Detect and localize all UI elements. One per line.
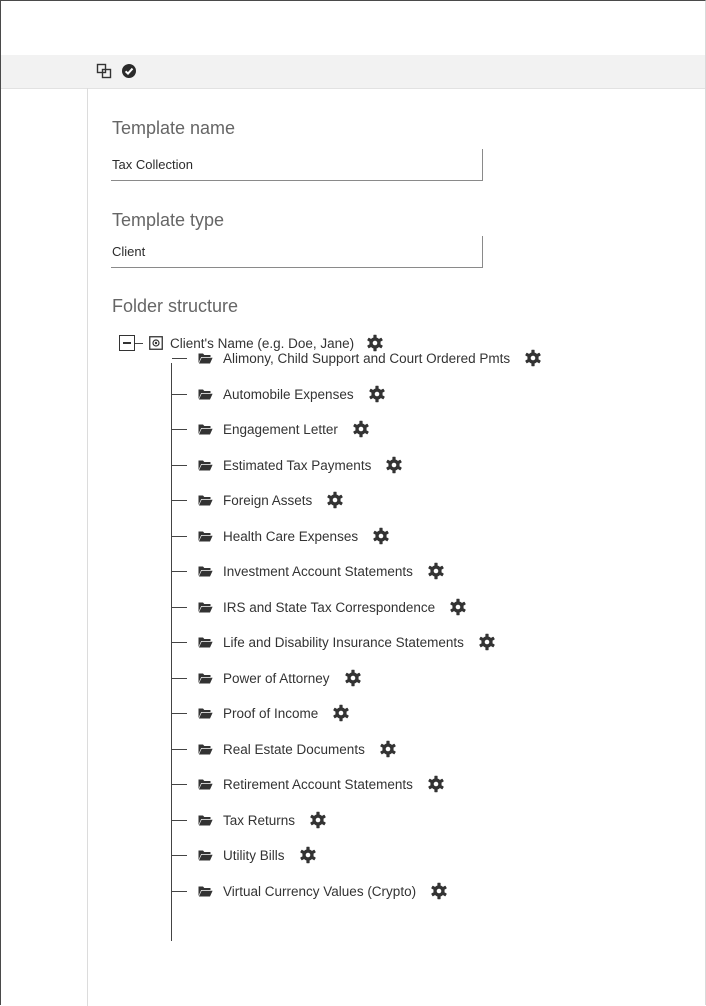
tree-folder-node[interactable]: Tax Returns <box>172 810 327 830</box>
folder-icon <box>198 886 213 897</box>
tree-folder-node[interactable]: Health Care Expenses <box>172 526 390 546</box>
toolbar <box>1 55 705 89</box>
folder-label: Estimated Tax Payments <box>223 457 372 473</box>
folder-label: IRS and State Tax Correspondence <box>223 599 436 615</box>
folder-icon <box>198 602 213 613</box>
template-name-input[interactable] <box>111 149 483 181</box>
folder-label: Alimony, Child Support and Court Ordered… <box>223 350 511 366</box>
tree-connector <box>135 342 143 344</box>
folder-label: Power of Attorney <box>223 670 330 686</box>
gear-icon[interactable] <box>524 349 542 367</box>
gear-icon[interactable] <box>352 420 370 438</box>
tree-connector <box>172 677 187 679</box>
tree-folder-node[interactable]: Proof of Income <box>172 703 350 723</box>
gear-icon[interactable] <box>385 456 403 474</box>
tree-folder-node[interactable]: Virtual Currency Values (Crypto) <box>172 881 448 901</box>
template-type-label: Template type <box>112 210 225 230</box>
folder-icon <box>198 495 213 506</box>
gear-icon[interactable] <box>372 527 390 545</box>
folder-label: Virtual Currency Values (Crypto) <box>223 883 417 899</box>
gear-icon[interactable] <box>427 562 445 580</box>
tree-folder-node[interactable]: Utility Bills <box>172 845 317 865</box>
tree-folder-node[interactable]: Alimony, Child Support and Court Ordered… <box>172 348 542 368</box>
content-left-divider <box>87 88 88 1006</box>
folder-icon <box>198 744 213 755</box>
folder-icon <box>198 850 213 861</box>
folder-label: Life and Disability Insurance Statements <box>223 634 464 650</box>
tree-connector <box>172 357 187 359</box>
gear-icon[interactable] <box>368 385 386 403</box>
gear-icon[interactable] <box>299 846 317 864</box>
tree-folder-node[interactable]: IRS and State Tax Correspondence <box>172 597 467 617</box>
folder-icon <box>198 353 213 364</box>
folder-label: Engagement Letter <box>223 421 338 437</box>
folder-icon <box>198 815 213 826</box>
folder-label: Investment Account Statements <box>223 563 413 579</box>
tree-folder-node[interactable]: Automobile Expenses <box>172 384 386 404</box>
gear-icon[interactable] <box>379 740 397 758</box>
tree-connector <box>172 499 187 501</box>
gear-icon[interactable] <box>332 704 350 722</box>
tree-folder-node[interactable]: Investment Account Statements <box>172 561 445 581</box>
folder-label: Health Care Expenses <box>223 528 359 544</box>
tree-connector <box>172 819 187 821</box>
folder-icon <box>198 389 213 400</box>
gear-icon[interactable] <box>427 775 445 793</box>
folder-label: Automobile Expenses <box>223 386 354 402</box>
tree-folder-node[interactable]: Real Estate Documents <box>172 739 397 759</box>
gear-icon[interactable] <box>449 598 467 616</box>
client-folder-icon <box>149 336 163 350</box>
folder-icon <box>198 566 213 577</box>
folder-icon <box>198 779 213 790</box>
tree-connector <box>172 712 187 714</box>
tree-connector <box>172 428 187 430</box>
gear-icon[interactable] <box>478 633 496 651</box>
tree-connector <box>172 393 187 395</box>
tree-connector <box>172 464 187 466</box>
collapse-toggle-icon[interactable] <box>119 335 135 351</box>
tree-connector <box>172 570 187 572</box>
folder-icon <box>198 460 213 471</box>
folder-label: Foreign Assets <box>223 492 313 508</box>
tree-folder-node[interactable]: Engagement Letter <box>172 419 370 439</box>
folder-icon <box>198 637 213 648</box>
tree-folder-node[interactable]: Life and Disability Insurance Statements <box>172 632 496 652</box>
folder-label: Real Estate Documents <box>223 741 365 757</box>
gear-icon[interactable] <box>326 491 344 509</box>
tree-folder-node[interactable]: Foreign Assets <box>172 490 344 510</box>
folder-icon <box>198 673 213 684</box>
folder-label: Proof of Income <box>223 705 319 721</box>
tree-folder-node[interactable]: Retirement Account Statements <box>172 774 445 794</box>
tree-connector <box>172 535 187 537</box>
folder-icon <box>198 424 213 435</box>
folder-label: Utility Bills <box>223 847 285 863</box>
tree-connector <box>172 890 187 892</box>
tree-connector <box>172 854 187 856</box>
tree-connector <box>172 783 187 785</box>
check-circle-icon[interactable] <box>121 63 137 79</box>
gear-icon[interactable] <box>430 882 448 900</box>
folder-label: Tax Returns <box>223 812 296 828</box>
folder-label: Retirement Account Statements <box>223 776 413 792</box>
gear-icon[interactable] <box>309 811 327 829</box>
copy-icon[interactable] <box>96 63 112 79</box>
tree-folder-node[interactable]: Power of Attorney <box>172 668 362 688</box>
folder-icon <box>198 708 213 719</box>
folder-structure-label: Folder structure <box>112 296 239 316</box>
tree-folder-node[interactable]: Estimated Tax Payments <box>172 455 403 475</box>
tree-connector <box>172 606 187 608</box>
template-name-label: Template name <box>112 118 236 138</box>
template-type-input[interactable] <box>111 236 483 268</box>
tree-connector <box>172 641 187 643</box>
folder-icon <box>198 531 213 542</box>
tree-connector <box>172 748 187 750</box>
gear-icon[interactable] <box>344 669 362 687</box>
